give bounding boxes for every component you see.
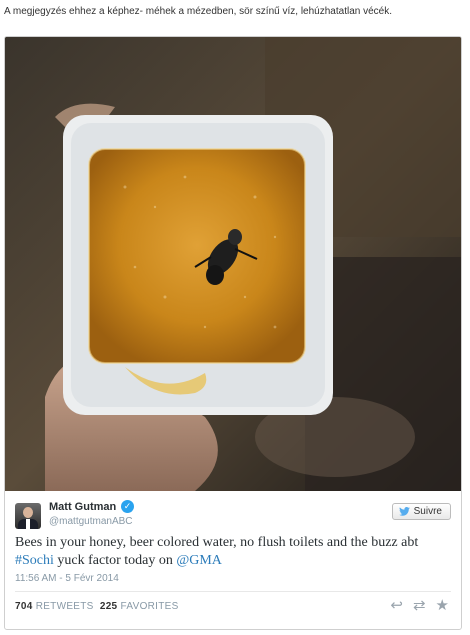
follow-button[interactable]: Suivre: [391, 503, 451, 520]
twitter-bird-icon: [398, 507, 410, 516]
reply-icon[interactable]: ↩: [390, 598, 403, 614]
retweet-icon[interactable]: ⇄: [413, 598, 426, 614]
tweet-body: Matt Gutman ✓ @mattgutmanABC Suivre Bees…: [5, 491, 461, 629]
tweet-text: Bees in your honey, beer colored water, …: [15, 534, 455, 570]
follow-label: Suivre: [413, 506, 442, 517]
retweets-count[interactable]: 704: [15, 601, 33, 612]
hashtag-link[interactable]: #Sochi: [15, 553, 54, 568]
verified-badge-icon: ✓: [121, 500, 134, 513]
author-name[interactable]: Matt Gutman: [49, 501, 116, 513]
embedded-tweet: Matt Gutman ✓ @mattgutmanABC Suivre Bees…: [4, 36, 462, 630]
star-icon[interactable]: ★: [436, 598, 449, 614]
avatar[interactable]: [15, 503, 41, 529]
author-handle[interactable]: @mattgutmanABC: [49, 516, 133, 527]
favorites-label[interactable]: FAVORITES: [121, 601, 179, 612]
image-caption: A megjegyzés ehhez a képhez- méhek a méz…: [4, 6, 392, 17]
mention-link[interactable]: @GMA: [176, 553, 222, 568]
tweet-text-part: yuck factor today on: [53, 553, 177, 568]
tweet-photo[interactable]: [5, 37, 461, 491]
retweets-label[interactable]: RETWEETS: [36, 601, 94, 612]
tweet-text-part: Bees in your honey, beer colored water, …: [15, 535, 419, 550]
honey-with-bee-photo: [5, 37, 461, 491]
tweet-actions: ↩ ⇄ ★: [390, 598, 449, 614]
tweet-timestamp[interactable]: 11:56 AM - 5 Févr 2014: [15, 573, 119, 584]
tweet-stats: 704 RETWEETS 225 FAVORITES: [15, 601, 179, 612]
divider: [15, 591, 451, 592]
favorites-count[interactable]: 225: [100, 601, 118, 612]
